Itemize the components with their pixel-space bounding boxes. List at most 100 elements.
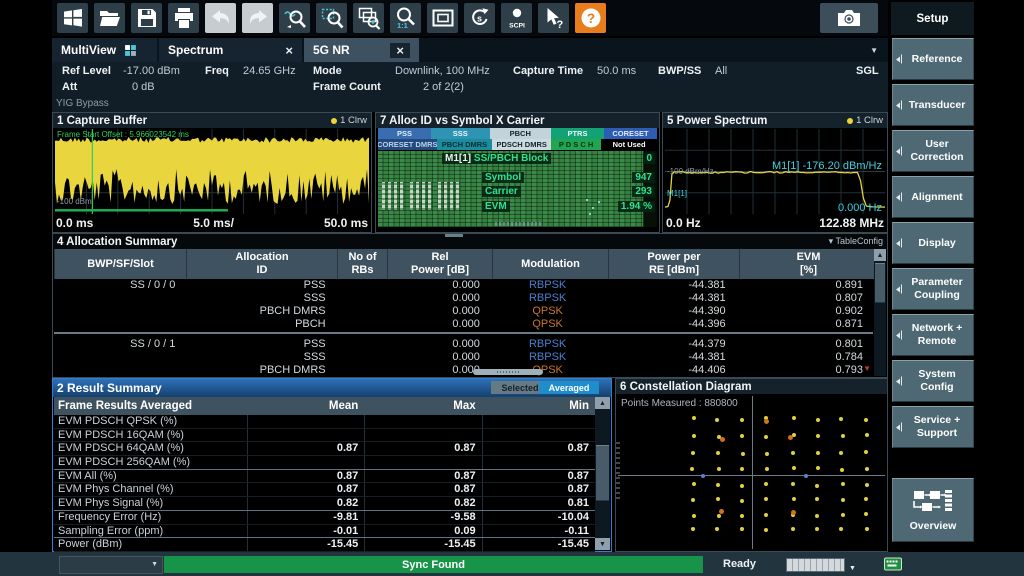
marker-value: 1.94 % (618, 201, 655, 212)
status-bar: ▼ Sync Found ▼ Ready (0, 552, 1024, 576)
windows-menu-icon[interactable] (57, 3, 88, 33)
zoom-area-icon[interactable] (316, 3, 347, 33)
result-row[interactable]: EVM PDSCH 16QAM (%) (54, 429, 595, 443)
onscreen-keyboard-icon[interactable] (884, 557, 902, 576)
signal-dot (586, 199, 588, 201)
softkey-parameter-coupling[interactable]: Parameter Coupling (892, 268, 974, 310)
cell: PBCH DMRS (185, 364, 335, 376)
softkey-service-support[interactable]: Service + Support (892, 406, 974, 448)
constellation-point (716, 497, 720, 501)
multi-window-zoom-icon[interactable] (353, 3, 384, 33)
result-row[interactable]: EVM PDSCH QPSK (%) (54, 415, 595, 429)
sync-status-bar[interactable]: Sync Found ▼ (164, 556, 703, 573)
result-row[interactable]: EVM PDSCH 256QAM (%) (54, 456, 595, 470)
att-value[interactable]: 0 dB (132, 81, 155, 93)
cell (364, 456, 481, 469)
tab-5g-nr[interactable]: 5G NR× (304, 38, 419, 62)
result-row[interactable]: Sampling Error (ppm)-0.010.09-0.11 (54, 525, 595, 539)
context-help-icon[interactable]: ? (538, 3, 569, 33)
result-vertical-scrollbar[interactable]: ▲ ▼ (595, 397, 610, 550)
result-row[interactable]: Frequency Error (Hz)-9.81-9.58-10.04 (54, 511, 595, 525)
table-row[interactable]: SSS0.000RBPSK-44.3810.784 (54, 351, 873, 364)
open-file-icon[interactable] (94, 3, 125, 33)
pane-drag-handle[interactable] (445, 234, 463, 237)
power-spectrum-plot[interactable]: M1[1] -176.20 dBm/Hz 0.000 Hz -100 dBm/H… (665, 129, 885, 214)
column-header: Frame Results Averaged (54, 397, 247, 415)
result-row[interactable]: EVM Phys Signal (%)0.820.820.81 (54, 497, 595, 511)
result-row[interactable]: EVM PDSCH 64QAM (%)0.870.870.87 (54, 442, 595, 456)
overview-softkey[interactable]: Overview (892, 478, 974, 542)
softkey-transducer[interactable]: Transducer (892, 84, 974, 126)
tab-multiview[interactable]: MultiView (52, 38, 157, 62)
table-row[interactable]: PBCH DMRS0.000QPSK-44.3900.902 (54, 305, 873, 318)
chevron-down-icon[interactable]: ▼ (870, 46, 878, 55)
constellation-point (765, 452, 769, 456)
scroll-up-icon[interactable]: ▲ (874, 249, 886, 261)
cell: SSS (185, 292, 335, 305)
scpi-recorder-icon[interactable]: SCPI (501, 3, 532, 33)
scrollbar-thumb[interactable] (875, 263, 885, 303)
redo-icon[interactable] (242, 3, 273, 33)
trace-tag: 1 Clrw (331, 115, 367, 126)
softkey-display[interactable]: Display (892, 222, 974, 264)
cell: SSS (185, 351, 335, 364)
constellation-point (764, 497, 768, 501)
tab-close-icon[interactable]: × (390, 43, 410, 58)
cell: RBPSK (490, 279, 605, 292)
cell (364, 429, 481, 442)
mode-value[interactable]: Downlink, 100 MHz (395, 65, 490, 77)
constellation-outlier-point (791, 510, 796, 515)
softkey-network-remote[interactable]: Network + Remote (892, 314, 974, 356)
table-row[interactable]: PBCH DMRS0.000QPSK-44.4060.793 (54, 364, 873, 376)
capture-time-value[interactable]: 50.0 ms (597, 65, 636, 77)
table-row[interactable]: SS / 0 / 1PSS0.000RBPSK-44.3790.801 (54, 338, 873, 351)
table-config-button[interactable]: ▾ TableConfig (829, 236, 883, 247)
submenu-arrow-icon (896, 331, 902, 340)
frame-count-value[interactable]: 2 of 2(2) (423, 81, 464, 93)
alloc-grid-plot[interactable]: M1[1] SS/PBCH Block0Symbol947Carrier293E… (378, 151, 657, 227)
cell (336, 338, 386, 351)
sync-icon[interactable]: s (464, 3, 495, 33)
print-icon[interactable] (168, 3, 199, 33)
pane-drag-handle[interactable] (495, 222, 541, 226)
result-row[interactable]: Power (dBm)-15.45-15.45-15.45 (54, 538, 595, 552)
scroll-down-icon[interactable]: ▼ (595, 538, 610, 550)
constellation-point (690, 467, 694, 471)
tab-spectrum[interactable]: Spectrum× (159, 38, 302, 62)
cell: -15.45 (482, 538, 595, 551)
softkey-reference[interactable]: Reference (892, 38, 974, 80)
result-row[interactable]: EVM All (%)0.870.870.87 (54, 470, 595, 484)
zoom-trace-icon[interactable] (279, 3, 310, 33)
table-row[interactable]: SSS0.000RBPSK-44.3810.807 (54, 292, 873, 305)
scroll-up-icon[interactable]: ▲ (595, 397, 610, 409)
undo-icon[interactable] (205, 3, 236, 33)
softkey-alignment[interactable]: Alignment (892, 176, 974, 218)
save-icon[interactable] (131, 3, 162, 33)
capture-buffer-plot[interactable]: Frame Start Offset : 5.966023542 ms -100… (55, 129, 369, 214)
horizontal-scrollbar-thumb[interactable] (473, 369, 543, 375)
result-row[interactable]: EVM Phys Channel (%)0.870.870.87 (54, 483, 595, 497)
tab-close-icon[interactable]: × (285, 44, 293, 57)
cell: QPSK (490, 318, 605, 331)
constellation-point (716, 451, 720, 455)
zoom-1to1-icon[interactable]: 1:1 (390, 3, 421, 33)
screenshot-camera-button[interactable] (820, 3, 878, 33)
table-row[interactable]: SS / 0 / 0PSS0.000RBPSK-44.3810.891 (54, 279, 873, 292)
averaged-view-button[interactable]: Averaged (539, 381, 599, 394)
status-message-dropdown[interactable]: ▼ (59, 556, 163, 574)
freq-value[interactable]: 24.65 GHz (243, 65, 296, 77)
spectrum-y-label: -100 dBm/Hz (667, 167, 714, 176)
allocation-vertical-scrollbar[interactable]: ▲ (874, 249, 886, 376)
scrollbar-thumb[interactable] (596, 445, 609, 501)
softkey-user-correction[interactable]: User Correction (892, 130, 974, 172)
help-icon[interactable]: ? (575, 3, 606, 33)
marker-value: 0 (643, 153, 655, 164)
ref-level-value[interactable]: -17.00 dBm (123, 65, 180, 77)
marker-m1-label[interactable]: M1[1] (667, 189, 687, 198)
constellation-point (792, 466, 796, 470)
fullscreen-icon[interactable] (427, 3, 458, 33)
bwp-ss-value[interactable]: All (715, 65, 727, 77)
pane-splitter-handle[interactable] (616, 441, 620, 499)
table-row[interactable]: PBCH0.000QPSK-44.3960.871 (54, 318, 873, 331)
softkey-system-config[interactable]: System Config (892, 360, 974, 402)
